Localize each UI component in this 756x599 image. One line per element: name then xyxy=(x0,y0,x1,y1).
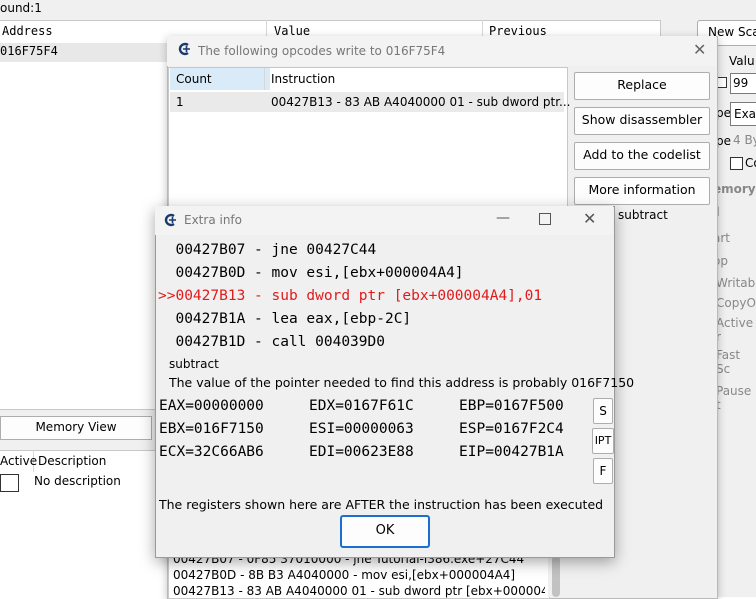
results-row-address[interactable]: 016F75F4 xyxy=(0,44,58,58)
registers-note: The registers shown here are AFTER the i… xyxy=(159,497,604,512)
asm-line: 00427B1D - call 004039D0 xyxy=(158,334,385,350)
compare-label: Co xyxy=(745,156,756,170)
scan-type-label: pe xyxy=(716,106,731,120)
register-ebp: EBP=0167F500 xyxy=(459,398,564,414)
segment-registers-button[interactable]: S xyxy=(593,398,613,424)
show-disassembler-button[interactable]: Show disassembler xyxy=(574,107,710,135)
register-edx: EDX=0167F61C xyxy=(309,398,414,414)
asm-line: 00427B1A - lea eax,[ebp-2C] xyxy=(158,311,412,327)
address-description[interactable]: No description xyxy=(34,474,121,488)
asm-line-highlighted: >>00427B13 - sub dword ptr [ebx+000004A4… xyxy=(158,288,543,304)
column-header-address[interactable]: Address xyxy=(2,20,53,42)
column-header-active[interactable]: Active xyxy=(0,454,37,468)
ipt-button[interactable]: IPT xyxy=(592,428,614,454)
close-icon[interactable]: ✕ xyxy=(693,40,706,59)
scan-type-select[interactable]: Exac xyxy=(730,102,756,126)
opcode-row-count: 1 xyxy=(176,95,184,109)
instruction-description-label: subtract xyxy=(618,208,668,222)
register-eip: EIP=00427B1A xyxy=(459,444,564,460)
active-checkbox[interactable] xyxy=(0,474,19,492)
register-esp: ESP=0167F2C4 xyxy=(459,421,564,437)
value-label: Valu xyxy=(729,54,755,68)
column-header-description[interactable]: Description xyxy=(38,454,106,468)
copy-on-write-label: CopyO xyxy=(716,296,756,310)
opcodes-dialog-title: The following opcodes write to 016F75F4 xyxy=(198,44,446,58)
column-separator xyxy=(264,68,265,90)
writable-label: Writabl xyxy=(716,276,756,290)
ok-button[interactable]: OK xyxy=(340,515,430,548)
address-list[interactable] xyxy=(0,450,168,598)
cheat-engine-logo-icon xyxy=(164,213,176,227)
opcode-row-instruction: 00427B13 - 83 AB A4040000 01 - sub dword… xyxy=(271,95,571,109)
compare-checkbox[interactable] xyxy=(730,157,743,170)
instruction-description: subtract xyxy=(169,357,219,371)
add-to-codelist-button[interactable]: Add to the codelist xyxy=(574,142,710,170)
column-header-count[interactable]: Count xyxy=(170,68,270,90)
value-input[interactable]: 99 xyxy=(730,73,756,94)
extra-info-title: Extra info xyxy=(184,213,242,227)
register-esi: ESI=00000063 xyxy=(309,421,414,437)
value-type-select[interactable]: 4 By xyxy=(730,130,756,150)
replace-button[interactable]: Replace xyxy=(574,72,710,100)
fast-scan-label: Fast Sc xyxy=(716,348,741,376)
minimize-icon[interactable]: — xyxy=(496,210,510,226)
asm-line: 00427B07 - jne 00427C44 xyxy=(158,242,377,258)
pointer-info-text: The value of the pointer needed to find … xyxy=(169,375,635,390)
more-information-button[interactable]: More information xyxy=(574,177,710,205)
memory-view-button[interactable]: Memory View xyxy=(0,416,152,440)
register-ecx: ECX=32C66AB6 xyxy=(159,444,264,460)
close-icon[interactable]: ✕ xyxy=(583,209,596,228)
memory-scan-options-label: emory xyxy=(713,182,756,196)
flags-button[interactable]: F xyxy=(593,458,613,484)
active-memory-label: Active r xyxy=(716,316,754,344)
register-edi: EDI=00623E88 xyxy=(309,444,414,460)
column-header-instruction[interactable]: Instruction xyxy=(266,68,335,90)
pause-label: Pause t xyxy=(716,384,752,412)
register-eax: EAX=00000000 xyxy=(159,398,264,414)
disasm-line: 00427B0D - 8B B3 A4040000 - mov esi,[ebx… xyxy=(173,568,516,582)
asm-line: 00427B0D - mov esi,[ebx+000004A4] xyxy=(158,265,464,281)
value-type-label: pe xyxy=(716,134,731,148)
maximize-icon[interactable] xyxy=(539,213,551,225)
found-count-label: ound:1 xyxy=(0,1,42,15)
register-ebx: EBX=016F7150 xyxy=(159,421,264,437)
disasm-scrollbar-thumb[interactable] xyxy=(552,556,560,597)
disasm-line: 00427B13 - 83 AB A4040000 01 - sub dword… xyxy=(173,584,545,598)
cheat-engine-logo-icon xyxy=(178,42,190,56)
